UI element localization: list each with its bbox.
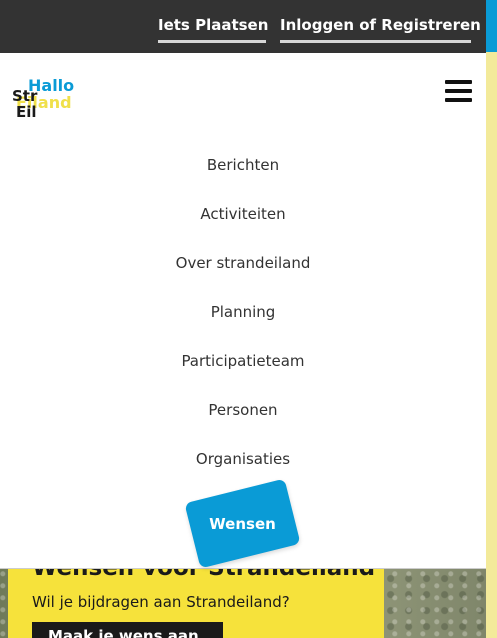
- hamburger-menu-icon[interactable]: [445, 80, 472, 102]
- account-bar: Iets Plaatsen Inloggen of Registreren: [0, 0, 486, 53]
- hero-section: Wensen voor Strandeiland Wil je bijdrage…: [0, 569, 486, 638]
- scrollbar-thumb[interactable]: [486, 0, 497, 52]
- make-wish-button[interactable]: Maak je wens aan: [32, 622, 223, 638]
- nav-item-berichten[interactable]: Berichten: [0, 153, 486, 177]
- hero-title: Wensen voor Strandeiland: [32, 569, 375, 582]
- page-scrollbar[interactable]: [486, 0, 497, 638]
- post-something-link[interactable]: Iets Plaatsen: [158, 13, 268, 43]
- nav-item-organisaties[interactable]: Organisaties: [0, 447, 486, 471]
- nav-item-participatieteam[interactable]: Participatieteam: [0, 349, 486, 373]
- site-logo[interactable]: Eiland Hallo Str Eil: [12, 74, 80, 122]
- logo-word-eil: Eil: [16, 103, 37, 121]
- nav-item-planning[interactable]: Planning: [0, 300, 486, 324]
- login-register-link[interactable]: Inloggen of Registreren: [280, 13, 481, 43]
- nav-item-wensen[interactable]: Wensen: [191, 512, 294, 536]
- nav-item-over-strandeiland[interactable]: Over strandeiland: [0, 251, 486, 275]
- menu-divider: [0, 568, 486, 569]
- hero-subtitle: Wil je bijdragen aan Strandeiland?: [32, 593, 290, 611]
- nav-item-activiteiten[interactable]: Activiteiten: [0, 202, 486, 226]
- logo-word-str: Str: [12, 87, 38, 105]
- nav-item-personen[interactable]: Personen: [0, 398, 486, 422]
